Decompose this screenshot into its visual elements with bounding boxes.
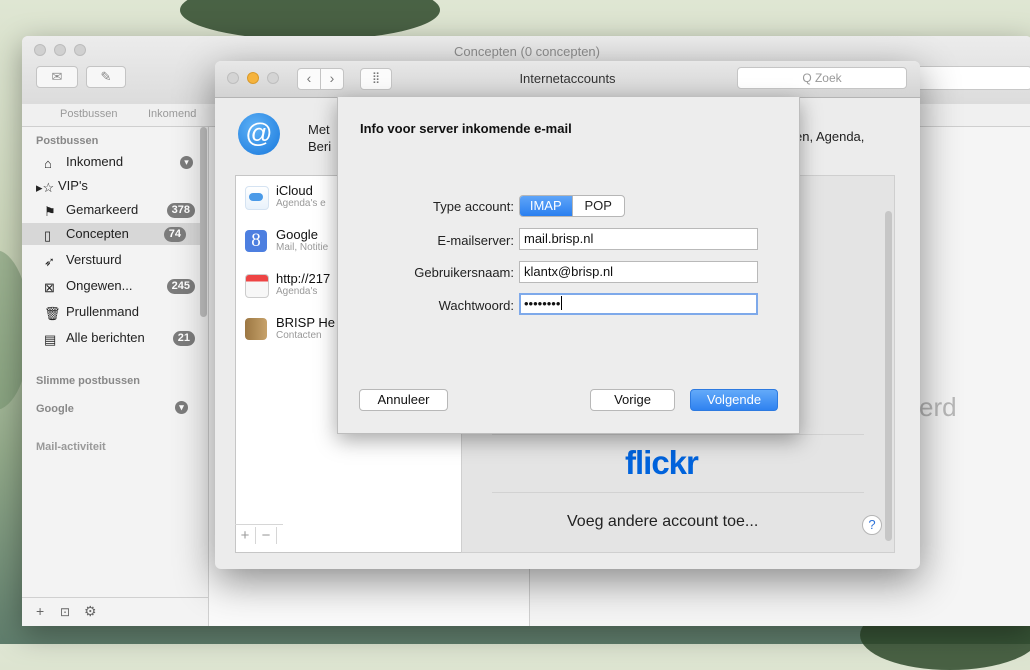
icloud-icon: [245, 186, 269, 210]
wallpaper-leaf: [180, 0, 440, 40]
sidebar-item-label: Verstuurd: [66, 252, 122, 267]
sidebar-item-archive[interactable]: ▤ Alle berichten 21: [36, 327, 201, 349]
account-subtitle: Agenda's e: [276, 198, 326, 209]
account-list-controls: + −: [235, 524, 283, 547]
sent-icon: ➶: [44, 254, 55, 269]
cancel-button[interactable]: Annuleer: [359, 389, 448, 411]
password-value: ••••••••: [524, 296, 561, 311]
sidebar-item-label: Gemarkeerd: [66, 202, 139, 217]
chevron-down-icon[interactable]: ▾: [175, 401, 188, 414]
sidebar-item-sent[interactable]: ➶ Verstuurd: [36, 249, 201, 271]
flag-icon: ⚑: [44, 204, 56, 219]
section-mail-activity: Mail-activiteit: [36, 441, 106, 453]
password-label: Wachtwoord:: [438, 298, 514, 313]
sheet-title: Info voor server inkomende e-mail: [360, 121, 572, 136]
search-input[interactable]: Q Zoek: [737, 67, 907, 89]
add-mailbox-icon[interactable]: +: [36, 603, 44, 619]
compose-icon: ✎: [100, 69, 112, 84]
junk-icon: ⊠: [44, 280, 55, 295]
next-button[interactable]: Volgende: [690, 389, 778, 411]
mail-server-label: E-mailserver:: [437, 233, 514, 248]
sidebar-item-drafts[interactable]: ▯ Concepten 74: [22, 223, 200, 245]
trash-icon: 🗑: [44, 306, 61, 321]
sidebar-item-flagged[interactable]: ⚑ Gemarkeerd 378: [36, 199, 201, 221]
add-other-account-button[interactable]: Voeg andere account toe...: [567, 513, 758, 531]
flickr-provider[interactable]: flickr: [625, 444, 699, 482]
section-mailboxes: Postbussen: [36, 135, 99, 147]
show-hide-icon[interactable]: ⊡: [60, 605, 70, 619]
type-account-label: Type account:: [433, 199, 514, 214]
flickr-logo: flickr: [625, 444, 699, 481]
section-google[interactable]: Google ▾: [36, 401, 188, 415]
imap-option[interactable]: IMAP: [520, 196, 572, 216]
account-type-segmented-control[interactable]: IMAP POP: [519, 195, 625, 217]
inbox-icon: ⌂: [44, 156, 52, 171]
incoming-server-sheet: Info voor server inkomende e-mail Type a…: [337, 97, 800, 434]
sidebar-item-inbox[interactable]: ⌂ Inkomend ▾: [36, 151, 201, 173]
count-badge: 378: [166, 203, 195, 218]
sidebar-item-label: Alle berichten: [66, 330, 145, 345]
sidebar-bottom-bar: + ⊡ ⚙: [22, 597, 208, 626]
contacts-icon: [245, 318, 267, 340]
mailboxes-toggle[interactable]: Postbussen: [60, 108, 117, 120]
calendar-icon: [245, 274, 269, 298]
username-field[interactable]: klantx@brisp.nl: [519, 261, 758, 283]
account-subtitle: Mail, Notitie: [276, 242, 329, 253]
sidebar-item-label: Prullenmand: [66, 304, 139, 319]
get-mail-button[interactable]: ✉: [36, 66, 78, 88]
section-smart-mailboxes: Slimme postbussen: [36, 375, 140, 387]
compose-button[interactable]: ✎: [86, 66, 126, 88]
sidebar-item-label: VIP's: [58, 178, 88, 193]
sidebar: Postbussen ⌂ Inkomend ▾ ▸☆ VIP's ⚑ Gemarkee…: [22, 127, 209, 626]
internet-accounts-icon: @: [238, 113, 280, 155]
count-badge: 74: [163, 227, 186, 242]
sidebar-item-label: Concepten: [66, 226, 129, 241]
sidebar-item-vip[interactable]: ▸☆ VIP's: [36, 175, 201, 197]
provider-scrollbar[interactable]: [885, 211, 892, 541]
back-button[interactable]: Vorige: [590, 389, 675, 411]
chevron-down-icon[interactable]: ▾: [180, 156, 193, 169]
account-subtitle: Contacten: [276, 330, 322, 341]
gear-icon[interactable]: ⚙: [84, 603, 97, 620]
sidebar-item-junk[interactable]: ⊠ Ongewen... 245: [36, 275, 201, 297]
sidebar-item-trash[interactable]: 🗑 Prullenmand: [36, 301, 201, 323]
account-name: Google: [276, 227, 318, 242]
window-title: Concepten (0 concepten): [454, 44, 600, 59]
account-name: BRISP He: [276, 315, 336, 330]
help-button[interactable]: ?: [862, 515, 882, 535]
intro-text-continued: en, Agenda,: [795, 129, 865, 144]
username-label: Gebruikersnaam:: [414, 265, 514, 280]
empty-state-label: erd: [919, 392, 957, 422]
account-subtitle: Agenda's: [276, 286, 318, 297]
sidebar-scrollbar[interactable]: [200, 127, 207, 317]
account-name: http://217: [276, 271, 331, 286]
draft-icon: ▯: [44, 228, 52, 243]
envelope-icon: ✉: [51, 69, 63, 84]
pop-option[interactable]: POP: [571, 196, 625, 216]
archive-icon: ▤: [44, 332, 57, 347]
mail-server-field[interactable]: mail.brisp.nl: [519, 228, 758, 250]
sidebar-item-label: Ongewen...: [66, 278, 133, 293]
count-badge: 245: [166, 279, 195, 294]
star-icon: ▸☆: [36, 180, 55, 195]
sidebar-item-label: Inkomend: [66, 154, 124, 169]
remove-account-icon[interactable]: −: [256, 527, 277, 544]
add-account-icon[interactable]: +: [235, 527, 256, 544]
google-icon: 8: [245, 230, 267, 252]
section-google-label: Google: [36, 403, 74, 415]
password-field[interactable]: ••••••••: [519, 293, 758, 315]
text-caret: [561, 296, 563, 310]
count-badge: 21: [172, 331, 195, 346]
accounts-toolbar: ‹ › ⣿ Internetaccounts Q Zoek: [215, 61, 920, 98]
account-name: iCloud: [276, 183, 313, 198]
favorite-inbox[interactable]: Inkomend: [148, 108, 196, 120]
